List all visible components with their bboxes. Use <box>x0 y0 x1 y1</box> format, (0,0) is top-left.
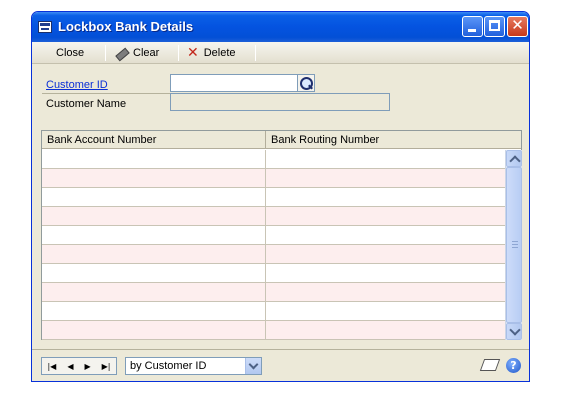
clear-button[interactable]: Clear <box>114 46 159 60</box>
window-title: Lockbox Bank Details <box>58 19 194 34</box>
close-button-label: Close <box>56 47 85 59</box>
maximize-button[interactable] <box>484 16 505 37</box>
customer-id-link[interactable]: Customer ID <box>46 79 108 91</box>
bottom-bar: |◀ ◀ ▶ ▶| by Customer ID ? <box>32 349 529 381</box>
delete-button-label: Delete <box>203 47 236 59</box>
first-record-icon[interactable]: |◀ <box>47 362 56 371</box>
sort-order-select[interactable]: by Customer ID <box>125 357 262 375</box>
bank-account-number-cell[interactable] <box>42 245 266 263</box>
scroll-down-button[interactable] <box>506 323 522 340</box>
customer-id-input[interactable] <box>170 74 298 92</box>
maximize-icon <box>489 20 500 31</box>
table-row[interactable] <box>42 150 505 169</box>
toolbar: Close Clear ✕ Delete <box>32 42 529 64</box>
bank-account-number-cell[interactable] <box>42 207 266 225</box>
table-row[interactable] <box>42 321 505 340</box>
bank-account-number-cell[interactable] <box>42 302 266 320</box>
sort-order-value: by Customer ID <box>130 360 207 372</box>
eraser-icon <box>114 47 128 59</box>
chevron-down-icon[interactable] <box>245 358 261 374</box>
last-record-icon[interactable]: ▶| <box>102 362 111 371</box>
delete-button[interactable]: ✕ Delete <box>187 46 236 60</box>
delete-x-icon: ✕ <box>187 45 199 61</box>
close-button[interactable]: Close <box>56 46 84 60</box>
toolbar-separator <box>255 45 256 61</box>
record-navigation: |◀ ◀ ▶ ▶| <box>41 357 117 375</box>
minimize-button[interactable] <box>462 16 483 37</box>
bank-details-grid: Bank Account Number Bank Routing Number <box>41 130 522 340</box>
clear-button-label: Clear <box>133 47 160 59</box>
grip-line <box>512 241 518 242</box>
scroll-thumb[interactable] <box>506 167 522 323</box>
toolbar-separator <box>178 45 179 61</box>
lockbox-bank-details-window: Lockbox Bank Details ✕ Close Clear ✕ Del… <box>31 11 530 382</box>
table-row[interactable] <box>42 283 505 302</box>
grid-header: Bank Account Number Bank Routing Number <box>42 131 521 149</box>
bank-account-number-cell[interactable] <box>42 283 266 301</box>
close-icon: ✕ <box>511 16 524 34</box>
next-record-icon[interactable]: ▶ <box>84 362 90 371</box>
column-separator <box>265 131 266 149</box>
customer-lookup-button[interactable] <box>298 74 315 92</box>
grid-rows <box>42 150 505 340</box>
minimize-icon <box>468 29 476 32</box>
bank-account-number-cell[interactable] <box>42 188 266 206</box>
grid-vertical-scrollbar[interactable] <box>505 150 522 340</box>
window-app-icon <box>38 21 52 33</box>
column-header-bank-account-number[interactable]: Bank Account Number <box>47 134 156 146</box>
customer-name-field <box>170 93 390 111</box>
note-icon[interactable] <box>479 359 501 371</box>
bank-account-number-cell[interactable] <box>42 150 266 168</box>
bank-account-number-cell[interactable] <box>42 321 266 339</box>
column-header-bank-routing-number[interactable]: Bank Routing Number <box>271 134 379 146</box>
scroll-up-button[interactable] <box>506 150 522 167</box>
table-row[interactable] <box>42 207 505 226</box>
grip-line <box>512 247 518 248</box>
table-row[interactable] <box>42 188 505 207</box>
bank-account-number-cell[interactable] <box>42 264 266 282</box>
close-window-button[interactable]: ✕ <box>507 16 528 37</box>
table-row[interactable] <box>42 226 505 245</box>
toolbar-separator <box>105 45 106 61</box>
table-row[interactable] <box>42 302 505 321</box>
grip-line <box>512 244 518 245</box>
table-row[interactable] <box>42 169 505 188</box>
bank-account-number-cell[interactable] <box>42 226 266 244</box>
previous-record-icon[interactable]: ◀ <box>67 362 73 371</box>
title-bar[interactable]: Lockbox Bank Details ✕ <box>32 12 529 42</box>
field-divider <box>42 93 171 94</box>
table-row[interactable] <box>42 264 505 283</box>
bank-account-number-cell[interactable] <box>42 169 266 187</box>
table-row[interactable] <box>42 245 505 264</box>
customer-name-label: Customer Name <box>46 98 127 110</box>
help-icon[interactable]: ? <box>506 358 521 373</box>
